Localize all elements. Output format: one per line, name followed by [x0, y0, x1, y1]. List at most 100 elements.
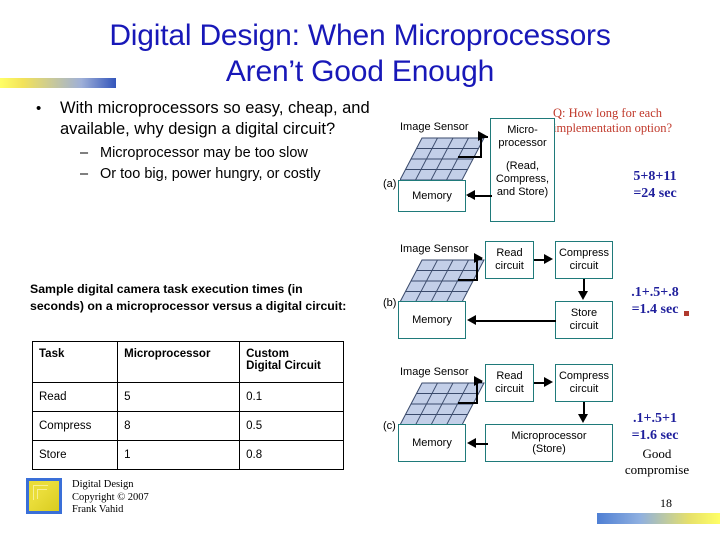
arrow-sensor-to-proc-icon: [478, 131, 487, 141]
read-circuit-line-1: Read: [496, 370, 523, 382]
cell-micro: 5: [117, 382, 241, 412]
bullet-dot-icon: •: [36, 100, 42, 117]
read-circuit-line-1: Read: [496, 247, 523, 259]
read-circuit-box: Read circuit: [485, 364, 534, 402]
compress-circuit-line-1: Compress: [558, 370, 610, 382]
microprocessor-line-5: and Store): [496, 186, 549, 198]
course-logo-icon: [26, 478, 62, 514]
sub-bullet-1: – Or too big, power hungry, or costly: [80, 165, 372, 183]
table-row: Read 5 0.1: [31, 382, 344, 412]
table-header-task: Task: [31, 341, 119, 383]
sample-caption: Sample digital camera task execution tim…: [30, 282, 347, 313]
annotation-total-a: 5+8+11 =24 sec: [595, 168, 715, 202]
wire-sensor-to-read-h1: [458, 279, 478, 281]
table-header-row: Task Microprocessor Custom Digital Circu…: [31, 341, 344, 383]
footer-line-2: Copyright © 2007: [72, 491, 149, 503]
diagram-b-tag: (b): [383, 297, 397, 309]
title-accent-bar: [0, 78, 116, 88]
table-header-microprocessor: Microprocessor: [117, 341, 241, 383]
image-sensor-icon: [400, 136, 486, 184]
read-circuit-line-2: circuit: [495, 383, 524, 395]
compress-circuit-box: Compress circuit: [555, 364, 613, 402]
wire-sensor-to-proc-h1: [458, 156, 482, 158]
annotation-a-expression: 5+8+11: [633, 169, 677, 184]
arrow-compress-to-store-icon: [578, 291, 588, 300]
slide-canvas: Digital Design: When Microprocessors Are…: [0, 0, 720, 540]
wire-store-to-memory: [476, 320, 556, 322]
cell-micro: 8: [117, 411, 241, 441]
store-circuit-box: Store circuit: [555, 301, 613, 339]
microprocessor-store-line-1: Microprocessor: [511, 430, 587, 442]
table-header-custom-digital-circuit: Custom Digital Circuit: [239, 341, 344, 383]
diagram-c-sensor-label: Image Sensor: [400, 366, 469, 378]
wire-proc-to-memory: [476, 443, 488, 445]
dash-icon: –: [80, 145, 89, 161]
compress-circuit-line-2: circuit: [569, 260, 599, 272]
microprocessor-store-box: Microprocessor (Store): [485, 424, 613, 462]
arrow-proc-to-memory-icon: [467, 438, 476, 448]
bullet-main: • With microprocessors so easy, cheap, a…: [22, 98, 372, 140]
microprocessor-line-1: Micro-: [507, 124, 538, 136]
header-custom-line-1: Custom: [246, 348, 289, 360]
memory-box: Memory: [398, 180, 466, 212]
microprocessor-box: Micro- processor (Read, Compress, and St…: [490, 118, 555, 222]
microprocessor-store-line-2: (Store): [532, 443, 566, 455]
dash-icon: –: [80, 166, 89, 182]
cell-custom: 0.8: [239, 440, 344, 470]
cell-task: Compress: [31, 411, 119, 441]
page-number: 18: [660, 496, 672, 510]
compress-circuit-line-1: Compress: [558, 247, 610, 259]
microprocessor-line-4: Compress,: [495, 173, 550, 185]
execution-times-table: Task Microprocessor Custom Digital Circu…: [31, 341, 344, 470]
compress-circuit-box: Compress circuit: [555, 241, 613, 279]
image-sensor-icon: [400, 258, 486, 306]
read-circuit-box: Read circuit: [485, 241, 534, 279]
arrow-read-to-compress-icon: [544, 377, 553, 387]
memory-label: Memory: [412, 313, 452, 326]
footer-line-1: Digital Design: [72, 479, 134, 490]
microprocessor-line-3: (Read,: [505, 160, 540, 172]
sub-bullet-0: – Microprocessor may be too slow: [80, 144, 372, 162]
bottom-accent-bar: [597, 513, 720, 524]
memory-label: Memory: [412, 189, 452, 202]
store-circuit-line-2: circuit: [569, 320, 599, 332]
compress-circuit-line-2: circuit: [569, 383, 599, 395]
footer-credit: Digital Design Copyright © 2007 Frank Va…: [72, 479, 149, 517]
sub-bullet-0-text: Microprocessor may be too slow: [100, 145, 308, 161]
sub-bullet-1-text: Or too big, power hungry, or costly: [100, 166, 321, 182]
arrow-compress-to-proc-icon: [578, 414, 588, 423]
memory-label: Memory: [412, 436, 452, 449]
arrow-proc-to-memory-icon: [466, 190, 475, 200]
diagram-b-sensor-label: Image Sensor: [400, 243, 469, 255]
diagram-a-sensor-label: Image Sensor: [400, 121, 469, 133]
memory-box: Memory: [398, 424, 466, 462]
microprocessor-line-2: processor: [498, 137, 547, 149]
wire-sensor-to-read-h1: [458, 402, 478, 404]
image-sensor-icon: [400, 381, 486, 429]
memory-box: Memory: [398, 301, 466, 339]
cell-task: Store: [31, 440, 119, 470]
arrow-read-to-compress-icon: [544, 254, 553, 264]
cell-custom: 0.1: [239, 382, 344, 412]
arrow-store-to-memory-icon: [467, 315, 476, 325]
diagram-a: (a) Image Sensor Micro- processor (Read,…: [378, 118, 598, 228]
header-custom-line-2: Digital Circuit: [246, 360, 321, 372]
bullet-list: • With microprocessors so easy, cheap, a…: [22, 98, 372, 183]
table-row: Compress 8 0.5: [31, 411, 344, 441]
arrow-sensor-to-read-icon: [474, 253, 483, 263]
cell-task: Read: [31, 382, 119, 412]
sub-bullet-list: – Microprocessor may be too slow – Or to…: [22, 144, 372, 183]
footer-line-3: Frank Vahid: [72, 504, 124, 515]
table-row: Store 1 0.8: [31, 440, 344, 470]
store-circuit-line-1: Store: [570, 307, 598, 319]
stray-red-mark: [684, 311, 689, 316]
title-line-1: Digital Design: When Microprocessors: [109, 19, 611, 52]
cell-custom: 0.5: [239, 411, 344, 441]
annotation-a-result: =24 sec: [633, 186, 677, 201]
diagram-c-tag: (c): [383, 420, 396, 432]
read-circuit-line-2: circuit: [495, 260, 524, 272]
title-line-2: Aren’t Good Enough: [225, 55, 495, 88]
page-title: Digital Design: When Microprocessors Are…: [20, 18, 700, 90]
arrow-sensor-to-read-icon: [474, 376, 483, 386]
diagram-c: (c) Image Sensor Read circuit Compress c…: [378, 364, 628, 474]
